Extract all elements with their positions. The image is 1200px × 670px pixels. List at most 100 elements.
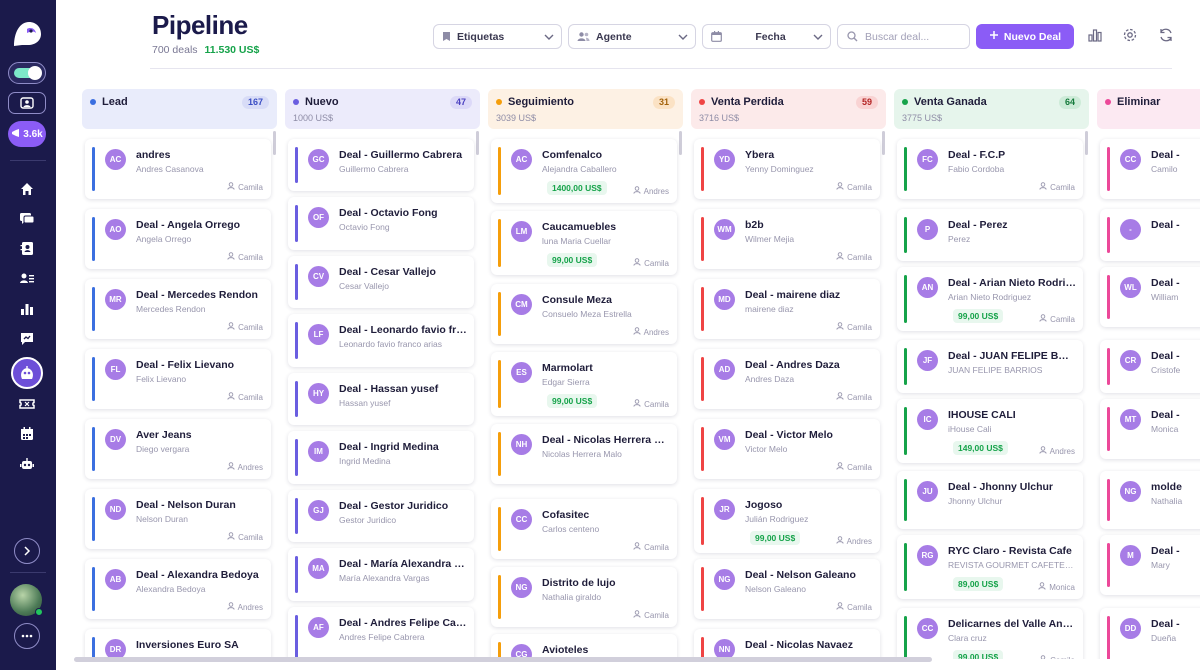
column-scrollbar[interactable] (273, 131, 276, 155)
deal-card[interactable]: CC Deal - Camilo (1100, 139, 1200, 199)
deal-card[interactable]: ND Deal - Nelson Duran Nelson Duran Camila (85, 489, 271, 549)
column-scrollbar[interactable] (476, 131, 479, 155)
app-logo[interactable] (10, 18, 44, 48)
deal-card[interactable]: NG molde Nathalia (1100, 471, 1200, 529)
column-scrollbar[interactable] (882, 131, 885, 155)
deal-card[interactable]: IC IHOUSE CALI iHouse Cali 149,00 US$ Andres (897, 399, 1083, 463)
agent-name: Camila (238, 392, 263, 402)
deal-card[interactable]: DV Aver Jeans Diego vergara Andres (85, 419, 271, 479)
deal-card[interactable]: NG Deal - Nelson Galeano Nelson Galeano Cam… (694, 559, 880, 619)
deal-card[interactable]: AC andres Andres Casanova Camila (85, 139, 271, 199)
deal-card[interactable]: CC Cofasitec Carlos centeno Camila (491, 499, 677, 559)
stats-button[interactable] (1084, 24, 1106, 46)
deal-card[interactable]: AF Deal - Andres Felipe Cabrera Andres Fel… (288, 607, 474, 659)
column-header[interactable]: Venta Ganada 64 3775 US$ (894, 89, 1089, 129)
contact-avatar: NG (714, 569, 735, 590)
pipeline-summary: 700 deals 11.530 US$ (152, 44, 259, 56)
column-scrollbar[interactable] (679, 131, 682, 155)
deal-card[interactable]: RG RYC Claro - Revista Cafe REVISTA GOURME… (897, 535, 1083, 599)
contact-name: Leonardo favio franco arias (339, 339, 443, 349)
deal-card[interactable]: MD Deal - mairene diaz mairene diaz Camila (694, 279, 880, 339)
deal-card[interactable]: CC Delicarnes del Valle Ancla Clara cruz 99… (897, 608, 1083, 659)
home-icon[interactable] (14, 176, 40, 202)
deal-card[interactable]: AN Deal - Arian Nieto Rodriguez Arian Niet… (897, 267, 1083, 331)
inbox-icon[interactable] (8, 92, 46, 114)
column-header[interactable]: Venta Perdida 59 3716 US$ (691, 89, 886, 129)
deal-card[interactable]: FL Deal - Felix Lievano Felix Lievano Camil… (85, 349, 271, 409)
deal-card[interactable]: CM Consule Meza Consuelo Meza Estrella Andr… (491, 284, 677, 344)
contacts-icon[interactable] (14, 236, 40, 262)
user-avatar[interactable] (10, 584, 43, 616)
column-title: Seguimiento (508, 96, 575, 108)
deal-card[interactable]: CV Deal - Cesar Vallejo Cesar Vallejo (288, 256, 474, 308)
user-list-icon[interactable] (14, 266, 40, 292)
expand-sidebar-button[interactable] (14, 538, 40, 564)
deal-card[interactable]: JR Jogoso Julián Rodriguez 99,00 US$ Andres (694, 489, 880, 553)
new-deal-button[interactable]: Nuevo Deal (976, 24, 1074, 49)
deal-card[interactable]: CR Deal - Cristofe (1100, 340, 1200, 393)
search-box[interactable] (837, 24, 970, 49)
reports-icon[interactable] (14, 326, 40, 352)
deal-card[interactable]: LM Caucamuebles luna Maria Cuellar 99,00 US… (491, 211, 677, 275)
deal-card[interactable]: WL Deal - William (1100, 267, 1200, 327)
deal-card[interactable]: MT Deal - Monica (1100, 399, 1200, 459)
column-header[interactable]: Nuevo 47 1000 US$ (285, 89, 480, 129)
deal-card[interactable]: YD Ybera Yenny Dominguez Camila (694, 139, 880, 199)
date-filter[interactable]: Fecha (702, 24, 831, 49)
deal-card[interactable]: MR Deal - Mercedes Rendon Mercedes Rendon C… (85, 279, 271, 339)
bot-icon[interactable] (14, 451, 40, 477)
deal-card[interactable]: CG Avioteles (491, 634, 677, 659)
refresh-button[interactable] (1155, 24, 1177, 46)
deal-card[interactable]: IM Deal - Ingrid Medina Ingrid Medina (288, 431, 474, 484)
deal-card[interactable]: M Deal - Mary (1100, 535, 1200, 595)
deal-card[interactable]: FC Deal - F.C.P Fabio Cordoba Camila (897, 139, 1083, 199)
column-header[interactable]: Lead 167 (82, 89, 277, 129)
column-scrollbar[interactable] (1085, 131, 1088, 155)
deal-card[interactable]: - Deal - (1100, 209, 1200, 261)
deal-card[interactable]: AC Comfenalco Alejandra Caballero 1400,00 U… (491, 139, 677, 203)
tags-filter[interactable]: Etiquetas (433, 24, 562, 49)
more-options-button[interactable] (14, 623, 40, 649)
deal-card[interactable]: NG Distrito de lujo Nathalia giraldo Camila (491, 567, 677, 627)
card-stage-bar (701, 357, 704, 401)
deal-card[interactable]: AO Deal - Angela Orrego Angela Orrego Camil… (85, 209, 271, 269)
card-stage-bar (1107, 479, 1110, 521)
deal-card[interactable]: DR Inversiones Euro SA (85, 629, 271, 659)
chat-icon[interactable] (14, 206, 40, 232)
agent-name: Andres (846, 536, 872, 546)
deal-card[interactable]: GC Deal - Guillermo Cabrera Guillermo Cabr… (288, 139, 474, 191)
contact-avatar: CC (511, 509, 532, 530)
users-icon (577, 31, 590, 42)
deal-card[interactable]: ES Marmolart Edgar Sierra 99,00 US$ Camila (491, 352, 677, 416)
deal-card[interactable]: NH Deal - Nicolas Herrera Malo Nicolas Her… (491, 424, 677, 484)
broadcast-badge[interactable]: 3.6k (8, 121, 46, 147)
pipeline-icon[interactable] (11, 357, 43, 389)
deal-card[interactable]: HY Deal - Hassan yusef Hassan yusef (288, 373, 474, 425)
deal-card[interactable]: AB Deal - Alexandra Bedoya Alexandra Bedoy… (85, 559, 271, 619)
calendar-icon[interactable] (14, 421, 40, 447)
assigned-agent: Camila (1039, 314, 1075, 324)
status-toggle[interactable] (8, 62, 46, 84)
card-stage-bar (1107, 348, 1110, 385)
deal-card[interactable]: LF Deal - Leonardo favio franco arias Leon… (288, 314, 474, 367)
deal-card[interactable]: JU Deal - Jhonny Ulchur Jhonny Ulchur (897, 471, 1083, 529)
column-header[interactable]: Seguimiento 31 3039 US$ (488, 89, 683, 129)
contact-avatar: JF (917, 350, 938, 371)
search-input[interactable] (865, 30, 965, 43)
column-header[interactable]: Eliminar (1097, 89, 1200, 129)
deal-card[interactable]: WM b2b Wilmer Mejia Camila (694, 209, 880, 269)
board-horizontal-scrollbar[interactable] (74, 657, 932, 662)
agent-filter[interactable]: Agente (568, 24, 696, 49)
deal-card[interactable]: NN Deal - Nicolas Navaez (694, 629, 880, 659)
ticket-icon[interactable] (14, 391, 40, 417)
deal-card[interactable]: VM Deal - Victor Melo Victor Melo Camila (694, 419, 880, 479)
deal-card[interactable]: DD Deal - Dueña (1100, 608, 1200, 659)
deal-card[interactable]: JF Deal - JUAN FELIPE BARRIOS JUAN FELIPE … (897, 340, 1083, 393)
deal-card[interactable]: OF Deal - Octavio Fong Octavio Fong (288, 197, 474, 250)
deal-card[interactable]: GJ Deal - Gestor Juridico Gestor Juridico (288, 490, 474, 542)
deal-card[interactable]: AD Deal - Andres Daza Andres Daza Camila (694, 349, 880, 409)
chart-icon[interactable] (14, 296, 40, 322)
deal-card[interactable]: P Deal - Perez Perez (897, 209, 1083, 261)
settings-button[interactable] (1119, 24, 1141, 46)
deal-card[interactable]: MA Deal - María Alexandra Vargas María Ale… (288, 548, 474, 601)
